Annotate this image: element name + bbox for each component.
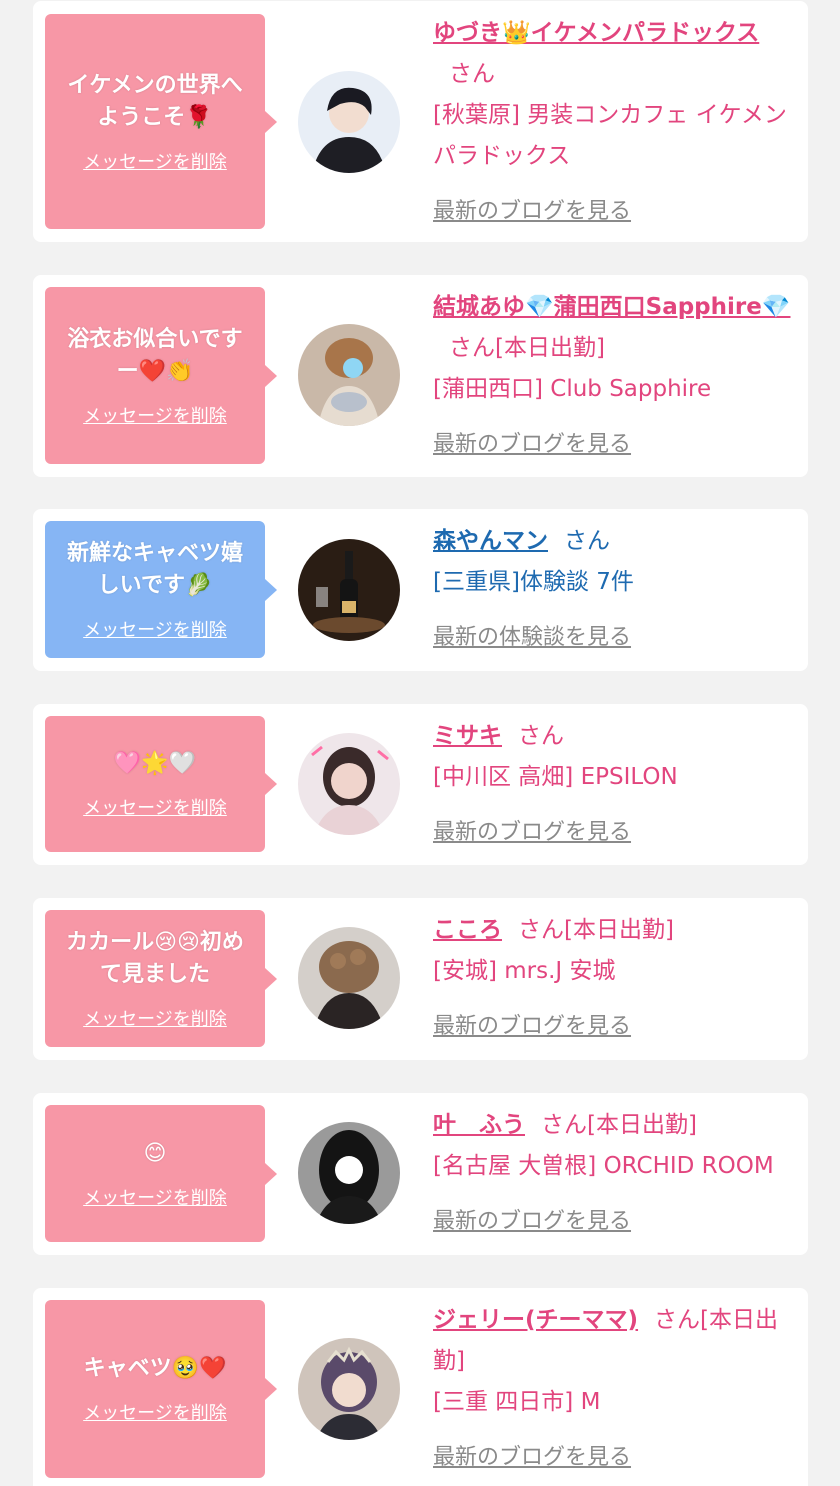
delete-message-link[interactable]: メッセージを削除 (83, 1399, 227, 1425)
attendance-status: [本日出勤] (495, 335, 605, 361)
shop-label: [名古屋 大曽根] ORCHID ROOM (433, 1153, 774, 1179)
message-text: 😊 (143, 1140, 167, 1166)
message-bubble: 🩷🌟🤍 メッセージを削除 (45, 716, 277, 852)
list-item: カカール😢😢初めて見ました メッセージを削除 こころ さん[本日出勤] [安城] … (33, 898, 808, 1060)
message-bubble: キャベツ🥹❤️ メッセージを削除 (45, 1300, 277, 1478)
honorific: さん (541, 1112, 587, 1138)
delete-message-link[interactable]: メッセージを削除 (83, 794, 227, 820)
message-text: キャベツ🥹❤️ (83, 1356, 227, 1381)
delete-message-link[interactable]: メッセージを削除 (83, 402, 227, 428)
latest-blog-link[interactable]: 最新のブログを見る (433, 1006, 795, 1047)
list-item: キャベツ🥹❤️ メッセージを削除 ジェリー(チーママ) さん[本日出勤] [三重 … (33, 1288, 808, 1486)
message-list: イケメンの世界へようこそ🌹 メッセージを削除 ゆづき👑イケメンパラドックスさん … (0, 0, 840, 1486)
shop-label: [秋葉原] 男装コンカフェ イケメンパラドックス (433, 102, 787, 169)
avatar[interactable] (298, 1338, 400, 1440)
message-bubble: イケメンの世界へようこそ🌹 メッセージを削除 (45, 14, 277, 229)
latest-blog-link[interactable]: 最新のブログを見る (433, 191, 795, 232)
attendance-status: [本日出勤] (587, 1112, 697, 1138)
cast-info: ミサキ さん [中川区 高畑] EPSILON 最新のブログを見る (433, 716, 795, 853)
honorific: さん (654, 1307, 701, 1333)
shop-label: [三重 四日市] M (433, 1389, 601, 1415)
avatar[interactable] (298, 1122, 400, 1224)
honorific: さん (564, 528, 610, 554)
delete-message-link[interactable]: メッセージを削除 (83, 616, 227, 642)
message-text: イケメンの世界へようこそ🌹 (67, 72, 243, 130)
message-bubble: 😊 メッセージを削除 (45, 1105, 277, 1242)
shop-label: [三重県]体験談 7件 (433, 569, 634, 595)
cast-info: こころ さん[本日出勤] [安城] mrs.J 安城 最新のブログを見る (433, 910, 795, 1047)
latest-blog-link[interactable]: 最新のブログを見る (433, 1437, 795, 1478)
avatar[interactable] (298, 71, 400, 173)
list-item: 新鮮なキャベツ嬉しいです🥬 メッセージを削除 森やんマン さん [三重県]体験談 … (33, 509, 808, 671)
cast-name-link[interactable]: ジェリー(チーママ) (433, 1307, 638, 1333)
delete-message-link[interactable]: メッセージを削除 (83, 1184, 227, 1210)
avatar[interactable] (298, 927, 400, 1029)
delete-message-link[interactable]: メッセージを削除 (83, 1005, 227, 1031)
message-text: 🩷🌟🤍 (113, 751, 197, 776)
list-item: 浴衣お似合いですー❤️👏 メッセージを削除 結城あゆ💎蒲田西口Sapphire💎… (33, 275, 808, 477)
avatar[interactable] (298, 324, 400, 426)
list-item: イケメンの世界へようこそ🌹 メッセージを削除 ゆづき👑イケメンパラドックスさん … (33, 1, 808, 242)
list-item: 🩷🌟🤍 メッセージを削除 ミサキ さん [中川区 高畑] EPSILON 最新のブ… (33, 704, 808, 865)
cast-name-link[interactable]: 叶 ふう (433, 1112, 525, 1138)
avatar[interactable] (298, 539, 400, 641)
cast-name-link[interactable]: こころ (433, 917, 502, 943)
attendance-status: [本日出勤] (564, 917, 674, 943)
cast-name-link[interactable]: 結城あゆ💎蒲田西口Sapphire💎 (433, 294, 791, 320)
latest-review-link[interactable]: 最新の体験談を見る (433, 617, 795, 658)
cast-info: 結城あゆ💎蒲田西口Sapphire💎 さん[本日出勤] [蒲田西口] Club S… (433, 287, 795, 465)
honorific: さん (518, 723, 564, 749)
cast-info: 森やんマン さん [三重県]体験談 7件 最新の体験談を見る (433, 521, 795, 658)
message-text: 浴衣お似合いですー❤️👏 (67, 326, 243, 384)
cast-name-link[interactable]: 森やんマン (433, 528, 548, 554)
avatar[interactable] (298, 733, 400, 835)
honorific: さん (449, 61, 495, 87)
cast-info: ジェリー(チーママ) さん[本日出勤] [三重 四日市] M 最新のブログを見る (433, 1300, 795, 1478)
message-bubble: カカール😢😢初めて見ました メッセージを削除 (45, 910, 277, 1047)
cast-info: 叶 ふう さん[本日出勤] [名古屋 大曽根] ORCHID ROOM 最新のブロ… (433, 1105, 795, 1242)
shop-label: [安城] mrs.J 安城 (433, 958, 616, 984)
latest-blog-link[interactable]: 最新のブログを見る (433, 424, 795, 465)
cast-name-link[interactable]: ゆづき👑イケメンパラドックス (433, 20, 759, 46)
message-text: 新鮮なキャベツ嬉しいです🥬 (66, 540, 243, 598)
honorific: さん (449, 335, 495, 361)
cast-name-link[interactable]: ミサキ (433, 723, 502, 749)
latest-blog-link[interactable]: 最新のブログを見る (433, 1201, 795, 1242)
shop-label: [蒲田西口] Club Sapphire (433, 376, 712, 402)
delete-message-link[interactable]: メッセージを削除 (83, 148, 227, 174)
message-text: カカール😢😢初めて見ました (66, 929, 244, 987)
cast-info: ゆづき👑イケメンパラドックスさん [秋葉原] 男装コンカフェ イケメンパラドック… (433, 13, 795, 232)
latest-blog-link[interactable]: 最新のブログを見る (433, 812, 795, 853)
message-bubble: 浴衣お似合いですー❤️👏 メッセージを削除 (45, 287, 277, 464)
message-bubble: 新鮮なキャベツ嬉しいです🥬 メッセージを削除 (45, 521, 277, 658)
honorific: さん (518, 917, 564, 943)
shop-label: [中川区 高畑] EPSILON (433, 764, 678, 790)
list-item: 😊 メッセージを削除 叶 ふう さん[本日出勤] [名古屋 大曽根] ORCHID… (33, 1093, 808, 1255)
